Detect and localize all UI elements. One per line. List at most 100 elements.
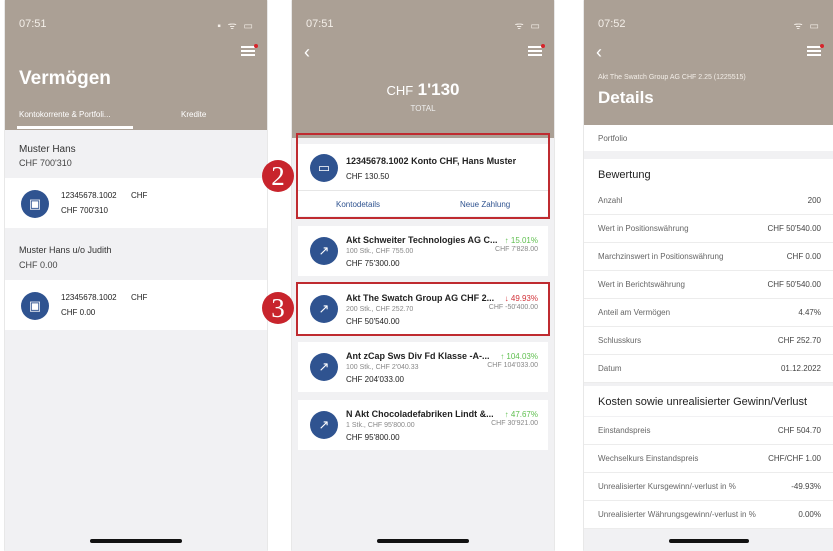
position-change: ↑ 47.67% [504, 410, 538, 419]
section-title: Kosten sowie unrealisierter Gewinn/Verlu… [584, 386, 833, 416]
home-indicator [668, 539, 749, 543]
detail-value: CHF 504.70 [777, 426, 821, 435]
detail-value: CHF 50'540.00 [767, 224, 821, 233]
detail-row: Wert in Positionswährung CHF 50'540.00 [584, 215, 833, 243]
position-card[interactable]: ↗ Akt Schweiter Technologies AG C... 100 S… [298, 226, 548, 276]
detail-row: Wechselkurs Einstandspreis CHF/CHF 1.00 [584, 445, 833, 473]
menu-icon[interactable] [528, 44, 545, 57]
portfolio-row[interactable]: Portfolio [584, 125, 833, 151]
detail-row: Marchzinswert in Positionswährung CHF 0.0… [584, 243, 833, 271]
page-title: Details [598, 88, 654, 107]
security-subtitle: Akt The Swatch Group AG CHF 2.25 (122551… [598, 74, 746, 81]
briefcase-icon: ▣ [21, 292, 49, 320]
back-icon[interactable]: ‹ [596, 42, 602, 63]
group-name: Muster Hans u/o Judith [19, 245, 112, 255]
header: 07:51 ▪ ᯤ ▭ Vermögen Kontokorrente & Por… [5, 0, 267, 130]
account-currency: CHF [131, 191, 148, 200]
detail-value: CHF/CHF 1.00 [768, 454, 821, 463]
detail-label: Einstandspreis [598, 426, 651, 435]
position-name: Akt Schweiter Technologies AG C... [346, 235, 498, 245]
tab-accounts-portfolios[interactable]: Kontokorrente & Portfoli... [19, 110, 111, 119]
status-time: 07:51 [19, 18, 47, 30]
detail-label: Wert in Positionswährung [598, 224, 689, 233]
detail-value: 0.00% [798, 510, 821, 519]
account-number: 12345678.1002 [61, 191, 117, 200]
detail-row: Anzahl 200 [584, 187, 833, 215]
detail-value: CHF 0.00 [786, 252, 821, 261]
detail-row: Einstandspreis CHF 504.70 [584, 417, 833, 445]
page-title: Vermögen [19, 68, 111, 89]
trend-chart-icon: ↗ [310, 353, 338, 381]
detail-row: Datum 01.12.2022 [584, 355, 833, 383]
position-change-amount: CHF 30'921.00 [491, 420, 538, 427]
highlight-account [296, 133, 550, 219]
tab-underline [17, 126, 133, 129]
header: 07:51 ᯤ ▭ ‹ CHF 1'130 TOTAL [292, 0, 554, 138]
group-total: CHF 0.00 [19, 260, 58, 270]
status-time: 07:52 [598, 18, 626, 30]
position-change-amount: CHF 104'033.00 [487, 362, 538, 369]
status-icons: ▪ ᯤ ▭ [217, 21, 255, 32]
portfolio-label: Portfolio [598, 134, 628, 143]
account-amount: CHF 0.00 [61, 308, 96, 317]
detail-label: Unrealisierter Kursgewinn/-verlust in % [598, 482, 736, 491]
position-value: CHF 204'033.00 [346, 375, 405, 384]
detail-label: Schlusskurs [598, 336, 642, 345]
position-quantity: 100 Stk., CHF 2'040.33 [346, 364, 419, 371]
detail-label: Wechselkurs Einstandspreis [598, 454, 699, 463]
detail-label: Wert in Berichtswährung [598, 280, 685, 289]
back-icon[interactable]: ‹ [304, 42, 310, 63]
position-name: Ant zCap Sws Div Fd Klasse -A-... [346, 351, 490, 361]
status-time: 07:51 [306, 18, 334, 30]
account-number: 12345678.1002 [61, 293, 117, 302]
screen-assets: 07:51 ▪ ᯤ ▭ Vermögen Kontokorrente & Por… [5, 0, 267, 551]
detail-label: Marchzinswert in Positionswährung [598, 252, 724, 261]
status-icons: ᯤ ▭ [793, 21, 821, 32]
total-amount: CHF 1'130 [292, 80, 554, 100]
detail-value: CHF 252.70 [777, 336, 821, 345]
trend-chart-icon: ↗ [310, 237, 338, 265]
detail-row: Schlusskurs CHF 252.70 [584, 327, 833, 355]
header: 07:52 ᯤ ▭ ‹ Akt The Swatch Group AG CHF … [584, 0, 833, 125]
detail-value: -49.93% [791, 482, 821, 491]
screen-total: 07:51 ᯤ ▭ ‹ CHF 1'130 TOTAL ▭ 12345678.1… [292, 0, 554, 551]
detail-row: Unrealisierter Währungsgewinn/-verlust i… [584, 501, 833, 529]
tab-credits[interactable]: Kredite [181, 110, 206, 119]
account-card[interactable]: ▣ 12345678.1002 CHF CHF 0.00 [5, 280, 267, 330]
account-currency: CHF [131, 293, 148, 302]
screen-details: 07:52 ᯤ ▭ ‹ Akt The Swatch Group AG CHF … [584, 0, 833, 551]
position-name: N Akt Chocoladefabriken Lindt &... [346, 409, 494, 419]
position-change: ↑ 104.03% [500, 352, 538, 361]
position-change: ↑ 15.01% [504, 236, 538, 245]
detail-label: Anzahl [598, 196, 623, 205]
position-quantity: 1 Stk., CHF 95'800.00 [346, 422, 415, 429]
home-indicator [90, 539, 182, 543]
total-label: TOTAL [410, 104, 436, 113]
section-title: Bewertung [584, 159, 833, 187]
trend-chart-icon: ↗ [310, 411, 338, 439]
group-total: CHF 700'310 [19, 158, 72, 168]
position-card[interactable]: ↗ N Akt Chocoladefabriken Lindt &... 1 Stk… [298, 400, 548, 450]
menu-icon[interactable] [241, 44, 258, 57]
account-card[interactable]: ▣ 12345678.1002 CHF CHF 700'310 [5, 178, 267, 228]
detail-row: Wert in Berichtswährung CHF 50'540.00 [584, 271, 833, 299]
position-value: CHF 75'300.00 [346, 259, 400, 268]
detail-label: Anteil am Vermögen [598, 308, 671, 317]
home-indicator [377, 539, 469, 543]
position-value: CHF 95'800.00 [346, 433, 400, 442]
account-amount: CHF 700'310 [61, 206, 108, 215]
detail-value: 4.47% [798, 308, 821, 317]
detail-label: Unrealisierter Währungsgewinn/-verlust i… [598, 510, 756, 519]
detail-value: 01.12.2022 [780, 364, 821, 373]
detail-value: 200 [807, 196, 821, 205]
total-currency: CHF [386, 83, 414, 98]
briefcase-icon: ▣ [21, 190, 49, 218]
position-card[interactable]: ↗ Ant zCap Sws Div Fd Klasse -A-... 100 St… [298, 342, 548, 392]
total-value: 1'130 [417, 80, 460, 99]
detail-row: Unrealisierter Kursgewinn/-verlust in % -… [584, 473, 833, 501]
menu-icon[interactable] [807, 44, 824, 57]
detail-row: Anteil am Vermögen 4.47% [584, 299, 833, 327]
position-change-amount: CHF 7'828.00 [495, 246, 538, 253]
detail-label: Datum [598, 364, 622, 373]
detail-value: CHF 50'540.00 [767, 280, 821, 289]
